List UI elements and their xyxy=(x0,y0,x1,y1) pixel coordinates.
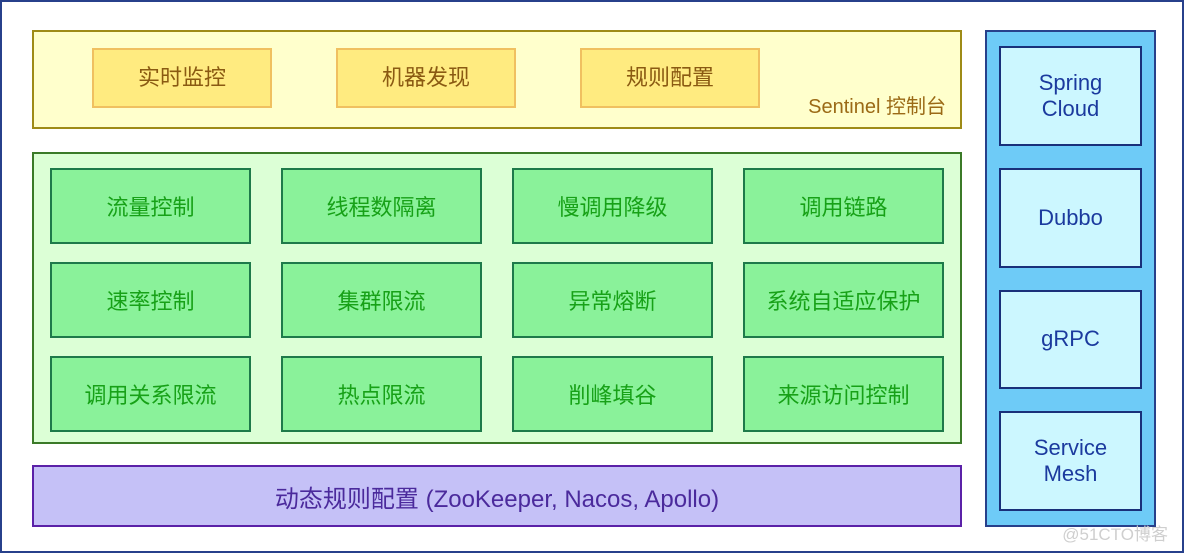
dashboard-feature-rule-config[interactable]: 规则配置 xyxy=(580,48,760,108)
watermark: @51CTO博客 xyxy=(1062,525,1168,544)
core-feature-slow-call-degrade[interactable]: 慢调用降级 xyxy=(512,168,713,244)
core-feature-panel: 流量控制 线程数隔离 慢调用降级 调用链路 速率控制 集群限流 异常熔断 系统自… xyxy=(32,152,962,444)
core-feature-flow-control[interactable]: 流量控制 xyxy=(50,168,251,244)
adapter-label: Service Mesh xyxy=(1033,435,1108,487)
dashboard-feature-label: 实时监控 xyxy=(137,65,226,91)
adapter-label: Spring Cloud xyxy=(1038,69,1103,121)
core-feature-relation-based-limiting[interactable]: 调用关系限流 xyxy=(50,356,251,432)
core-feature-label: 线程数隔离 xyxy=(326,195,437,220)
diagram-canvas: 实时监控 机器发现 规则配置 Sentinel 控制台 流量控制 线程数隔离 慢… xyxy=(0,0,1184,553)
core-feature-label: 调用关系限流 xyxy=(84,383,217,408)
adapter-service-mesh[interactable]: Service Mesh xyxy=(999,411,1142,511)
dashboard-feature-realtime-monitor[interactable]: 实时监控 xyxy=(92,48,272,108)
adapter-dubbo[interactable]: Dubbo xyxy=(999,167,1142,268)
core-feature-label: 来源访问控制 xyxy=(777,383,910,408)
sentinel-dashboard-caption: Sentinel 控制台 xyxy=(808,96,946,118)
core-feature-system-adaptive-protection[interactable]: 系统自适应保护 xyxy=(743,262,944,338)
dashboard-feature-machine-discovery[interactable]: 机器发现 xyxy=(336,48,516,108)
dashboard-feature-label: 机器发现 xyxy=(381,65,470,91)
core-feature-call-chain[interactable]: 调用链路 xyxy=(743,168,944,244)
core-feature-label: 异常熔断 xyxy=(568,289,657,314)
adapter-grpc[interactable]: gRPC xyxy=(999,289,1142,390)
adapter-panel: Spring Cloud Dubbo gRPC Service Mesh xyxy=(985,30,1156,527)
adapter-label: gRPC xyxy=(1041,326,1100,352)
core-feature-rate-control[interactable]: 速率控制 xyxy=(50,262,251,338)
adapter-spring-cloud[interactable]: Spring Cloud xyxy=(999,46,1142,146)
core-feature-peak-shaving[interactable]: 削峰填谷 xyxy=(512,356,713,432)
core-feature-hotspot-limiting[interactable]: 热点限流 xyxy=(281,356,482,432)
dashboard-feature-label: 规则配置 xyxy=(625,65,714,91)
core-feature-origin-access-control[interactable]: 来源访问控制 xyxy=(743,356,944,432)
core-feature-thread-isolation[interactable]: 线程数隔离 xyxy=(281,168,482,244)
dynamic-rule-config-panel[interactable]: 动态规则配置 (ZooKeeper, Nacos, Apollo) xyxy=(32,465,962,527)
core-feature-label: 速率控制 xyxy=(106,289,195,314)
core-feature-grid: 流量控制 线程数隔离 慢调用降级 调用链路 速率控制 集群限流 异常熔断 系统自… xyxy=(50,168,944,432)
left-column: 实时监控 机器发现 规则配置 Sentinel 控制台 流量控制 线程数隔离 慢… xyxy=(32,30,962,527)
adapter-label: Dubbo xyxy=(1038,204,1103,230)
core-feature-label: 调用链路 xyxy=(799,195,888,220)
core-feature-label: 热点限流 xyxy=(337,383,426,408)
core-feature-label: 流量控制 xyxy=(106,195,195,220)
core-feature-label: 削峰填谷 xyxy=(568,383,657,408)
sentinel-dashboard-panel: 实时监控 机器发现 规则配置 Sentinel 控制台 xyxy=(32,30,962,129)
dynamic-rule-config-label: 动态规则配置 (ZooKeeper, Nacos, Apollo) xyxy=(274,485,720,513)
dashboard-feature-list: 实时监控 机器发现 规则配置 xyxy=(92,48,760,108)
core-feature-exception-circuit-breaking[interactable]: 异常熔断 xyxy=(512,262,713,338)
core-feature-label: 集群限流 xyxy=(337,289,426,314)
core-feature-label: 系统自适应保护 xyxy=(766,289,921,314)
core-feature-label: 慢调用降级 xyxy=(557,195,668,220)
core-feature-cluster-limiting[interactable]: 集群限流 xyxy=(281,262,482,338)
